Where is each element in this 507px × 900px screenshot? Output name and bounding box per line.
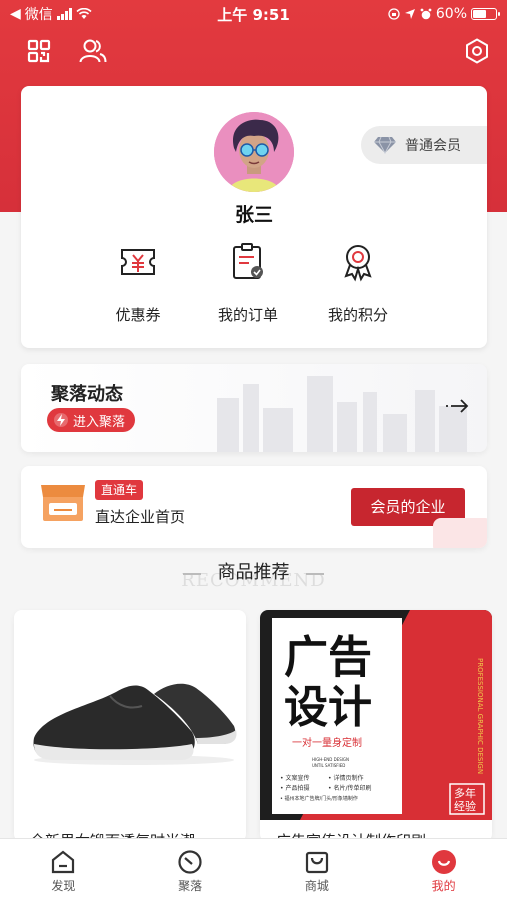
- wifi-icon: [76, 8, 92, 19]
- product-card[interactable]: 广告 设计 一对一量身定制 HIGH-END DESIGN UNTIL SATI…: [260, 610, 492, 842]
- scan-button[interactable]: [24, 36, 54, 66]
- location-icon: [404, 9, 415, 19]
- orders-label: 我的订单: [217, 306, 278, 324]
- user-name: 张三: [234, 204, 273, 226]
- settings-icon: [466, 38, 488, 64]
- poster-title-line2: 设计: [284, 682, 372, 733]
- status-time: 上午 9:51: [217, 5, 290, 24]
- carrier-label: 微信: [24, 7, 53, 23]
- section-divider-left: [183, 573, 201, 575]
- shop-icon: [41, 485, 85, 521]
- section-divider-right: [306, 573, 324, 575]
- member-level-badge[interactable]: 普通会员: [361, 126, 487, 164]
- direct-text: 直达企业首页: [95, 508, 186, 526]
- coupon-icon: [121, 249, 155, 275]
- corner-decoration: [433, 518, 487, 548]
- friends-button[interactable]: [78, 36, 108, 66]
- poster-service: • 产品拍摄: [280, 784, 309, 792]
- direct-card[interactable]: 直通车 直达企业首页 会员的企业: [21, 466, 487, 548]
- discover-icon: [52, 850, 75, 874]
- product-card[interactable]: 全新男女锻面透气时尚潮: [14, 610, 246, 842]
- me-icon: [431, 850, 456, 874]
- points-icon: [344, 245, 372, 282]
- poster-stamp-line2: 经验: [454, 799, 476, 813]
- coupon-button[interactable]: 优惠券: [88, 242, 188, 325]
- poster-slogan-line2: UNTIL SATISFIED: [312, 763, 345, 768]
- avatar[interactable]: [214, 112, 294, 192]
- battery-percent: 60%: [435, 6, 467, 22]
- back-arrow-icon[interactable]: ◀: [10, 6, 21, 22]
- community-title: 聚落动态: [51, 384, 123, 405]
- alarm-icon: [420, 8, 432, 20]
- poster-service: • 福州本地广告牌/门头/形象墙制作: [280, 795, 358, 802]
- tab-discover[interactable]: 发现: [0, 839, 127, 900]
- poster-service: • 详情页制作: [328, 774, 363, 782]
- tab-community-label: 聚落: [178, 879, 203, 893]
- enter-community-button[interactable]: 进入聚落: [47, 408, 136, 432]
- recommend-section-header: RECOMMEND 商品推荐: [0, 558, 507, 594]
- signal-icon: [56, 8, 72, 20]
- order-icon: [233, 243, 263, 279]
- member-level-label: 普通会员: [405, 138, 461, 154]
- poster-slogan-line1: HIGH-END DESIGN: [312, 757, 349, 762]
- tab-mall[interactable]: 商城: [254, 839, 381, 900]
- diamond-icon: [374, 136, 396, 154]
- community-icon: [178, 850, 202, 874]
- poster-subtitle: 一对一量身定制: [292, 736, 362, 749]
- black-sneaker-image: [14, 610, 246, 810]
- poster-service: • 名片/传单印刷: [328, 784, 371, 792]
- lightning-icon: [54, 413, 68, 427]
- city-skyline-decoration: [217, 376, 467, 452]
- poster-side-text: PROFESSIONAL GRAPHIC DESIGN: [476, 658, 484, 774]
- tab-mall-label: 商城: [304, 879, 329, 893]
- community-card[interactable]: 聚落动态 进入聚落: [21, 364, 487, 452]
- arrow-right-icon[interactable]: [445, 398, 469, 414]
- status-bar: ◀ 微信 上午 9:51 60%: [0, 0, 507, 28]
- poster-title-line1: 广告: [284, 632, 372, 683]
- tab-discover-label: 发现: [51, 879, 76, 893]
- qr-scan-icon: [27, 39, 51, 63]
- bottom-tab-bar: 发现 聚落 商城 我的: [0, 838, 507, 900]
- enter-community-label: 进入聚落: [73, 414, 126, 430]
- users-icon: [79, 39, 107, 63]
- poster-service: • 文案宣传: [280, 774, 309, 782]
- poster-stamp-line1: 多年: [454, 786, 476, 800]
- mall-icon: [305, 851, 328, 874]
- profile-card: 普通会员 张三 优惠券 我的订单 我的积分: [21, 86, 487, 348]
- direct-tag: 直通车: [95, 480, 144, 500]
- recommend-title: 商品推荐: [217, 562, 290, 583]
- coupon-label: 优惠券: [115, 306, 161, 324]
- points-label: 我的积分: [327, 306, 388, 324]
- orientation-lock-icon: [388, 8, 400, 20]
- settings-button[interactable]: [462, 36, 492, 66]
- orders-button[interactable]: 我的订单: [198, 242, 298, 325]
- tab-me[interactable]: 我的: [380, 839, 507, 900]
- tab-me-label: 我的: [431, 879, 456, 893]
- battery-icon: [471, 8, 500, 20]
- ad-design-poster-image: 广告 设计 一对一量身定制 HIGH-END DESIGN UNTIL SATI…: [260, 610, 492, 820]
- tab-community[interactable]: 聚落: [127, 839, 254, 900]
- points-button[interactable]: 我的积分: [308, 242, 408, 325]
